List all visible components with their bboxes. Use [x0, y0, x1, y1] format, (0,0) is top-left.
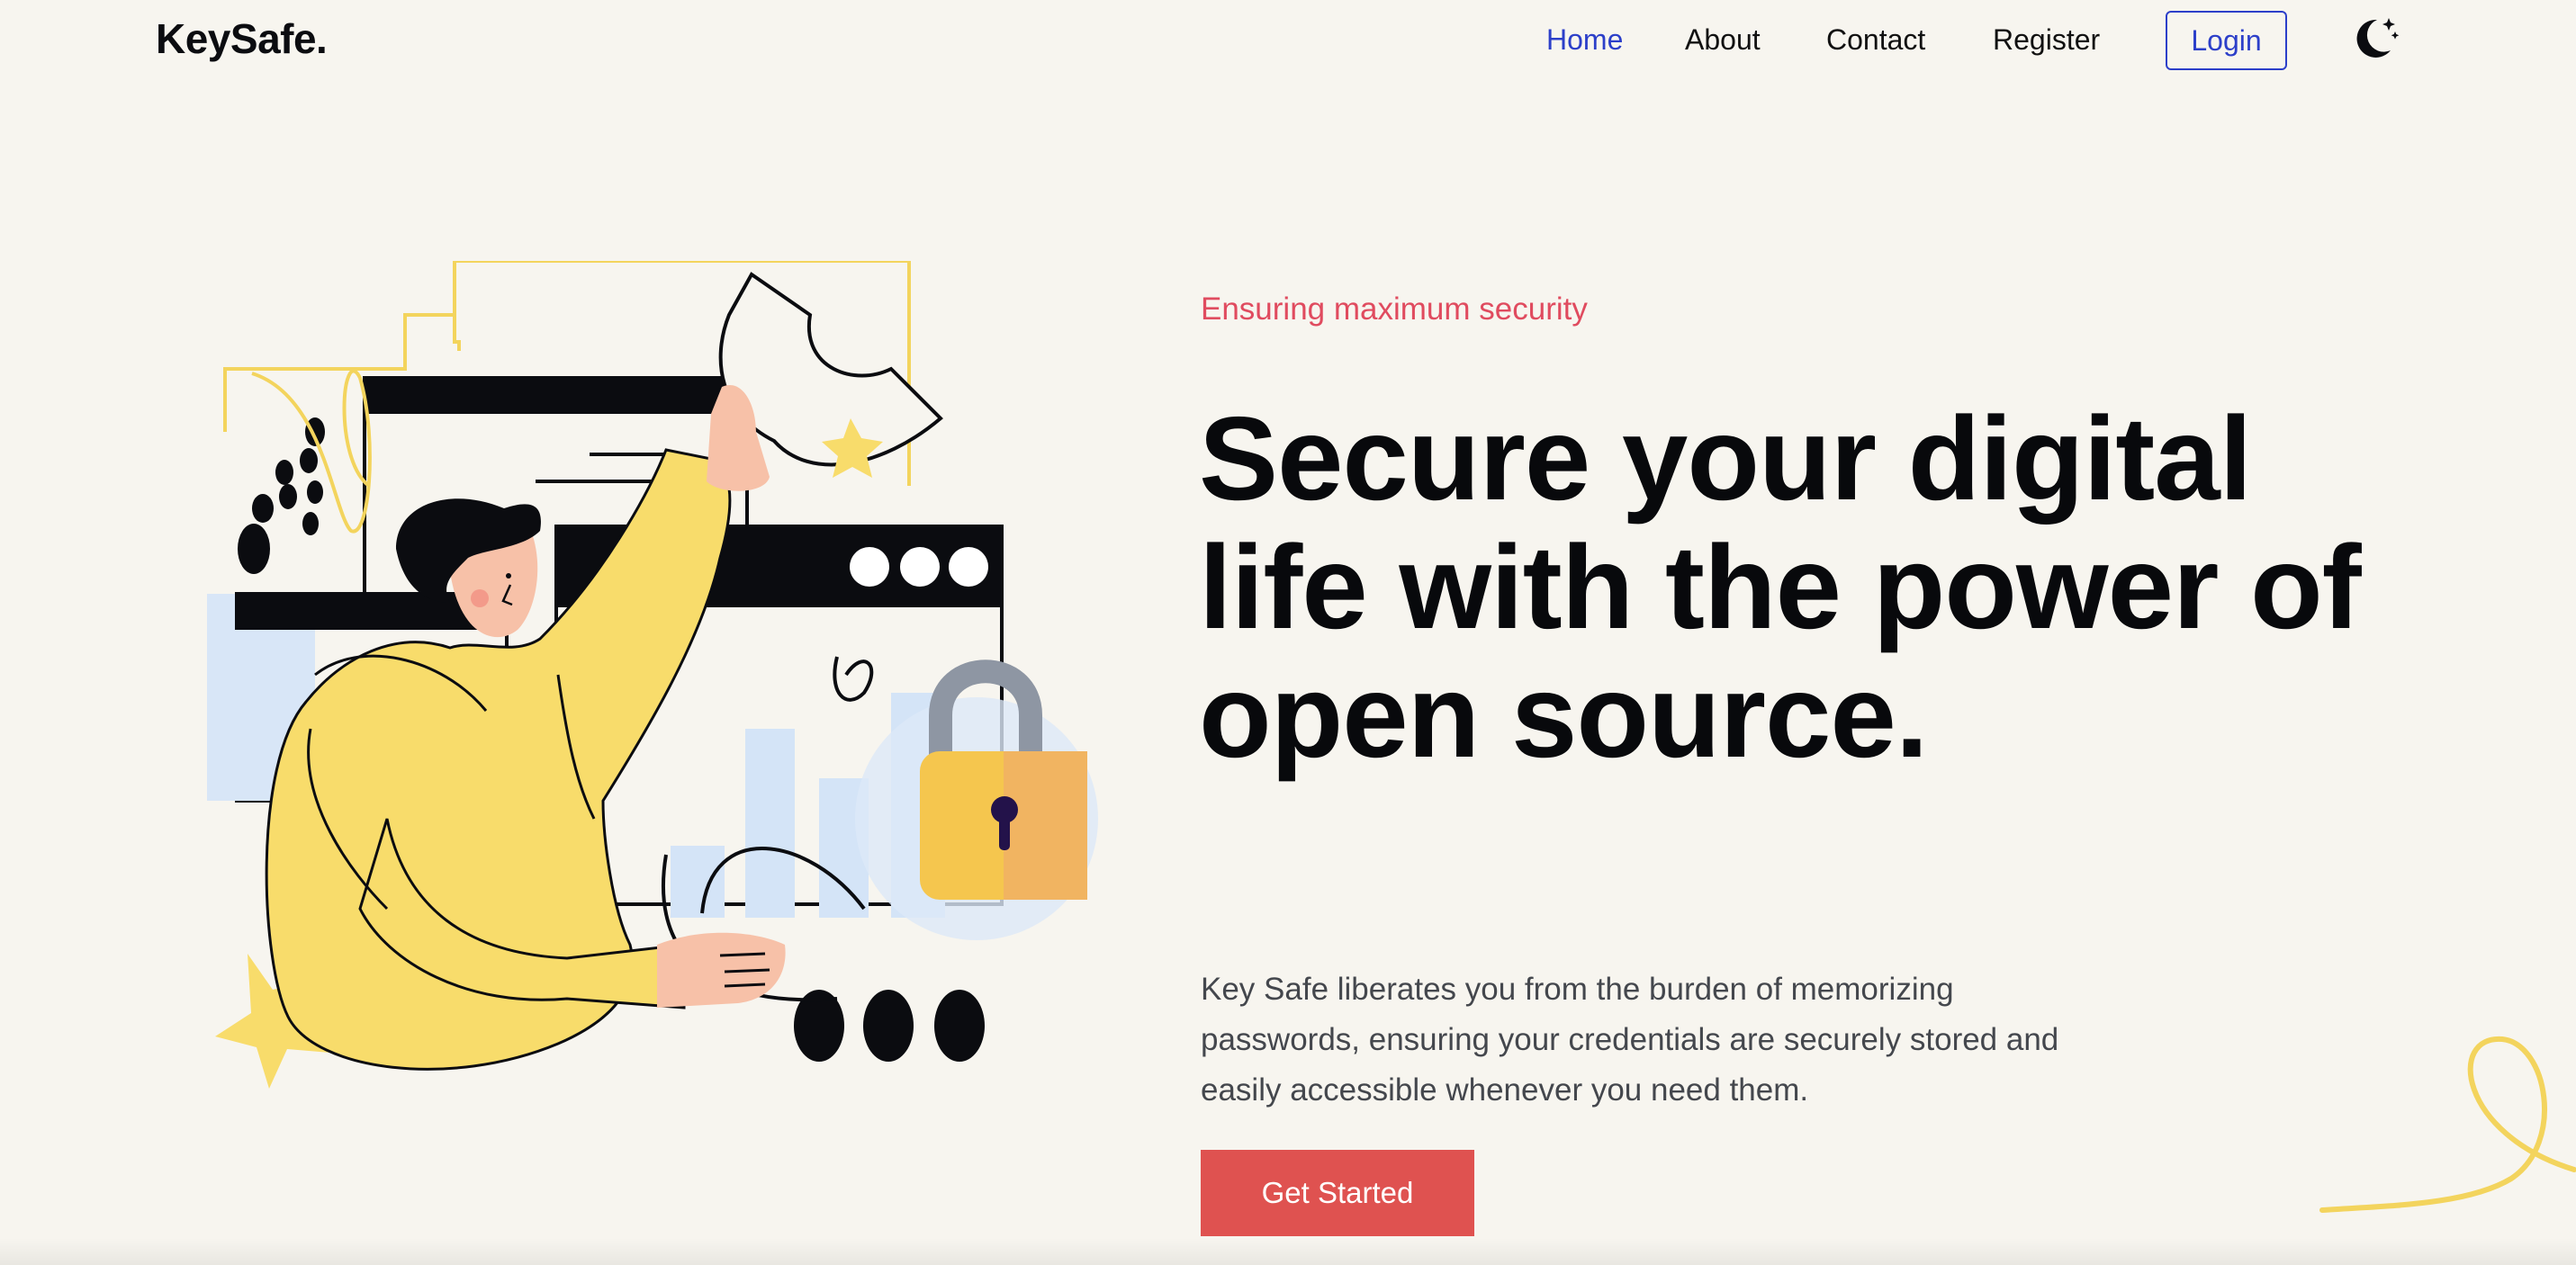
hero-headline: Secure your digital life with the power … — [1199, 392, 2362, 782]
get-started-button[interactable]: Get Started — [1201, 1150, 1474, 1236]
login-button[interactable]: Login — [2166, 11, 2287, 70]
hero-eyebrow: Ensuring maximum security — [1201, 292, 1588, 327]
nav-link-home[interactable]: Home — [1546, 18, 1623, 61]
moon-stars-icon — [2356, 18, 2400, 58]
squiggle-decoration — [2319, 1036, 2576, 1213]
bottom-shadow — [0, 1238, 2576, 1265]
landing-page: KeySafe. Home About Contact Register Log… — [0, 0, 2576, 1265]
hero-description: Key Safe liberates you from the burden o… — [1201, 972, 2059, 1108]
hero-illustration — [207, 261, 1098, 1089]
brand-logo[interactable]: KeySafe. — [156, 14, 328, 63]
nav-link-about[interactable]: About — [1685, 18, 1761, 61]
nav-link-contact[interactable]: Contact — [1826, 18, 1925, 61]
theme-toggle-button[interactable] — [2347, 11, 2401, 65]
nav-link-register[interactable]: Register — [1993, 18, 2100, 61]
